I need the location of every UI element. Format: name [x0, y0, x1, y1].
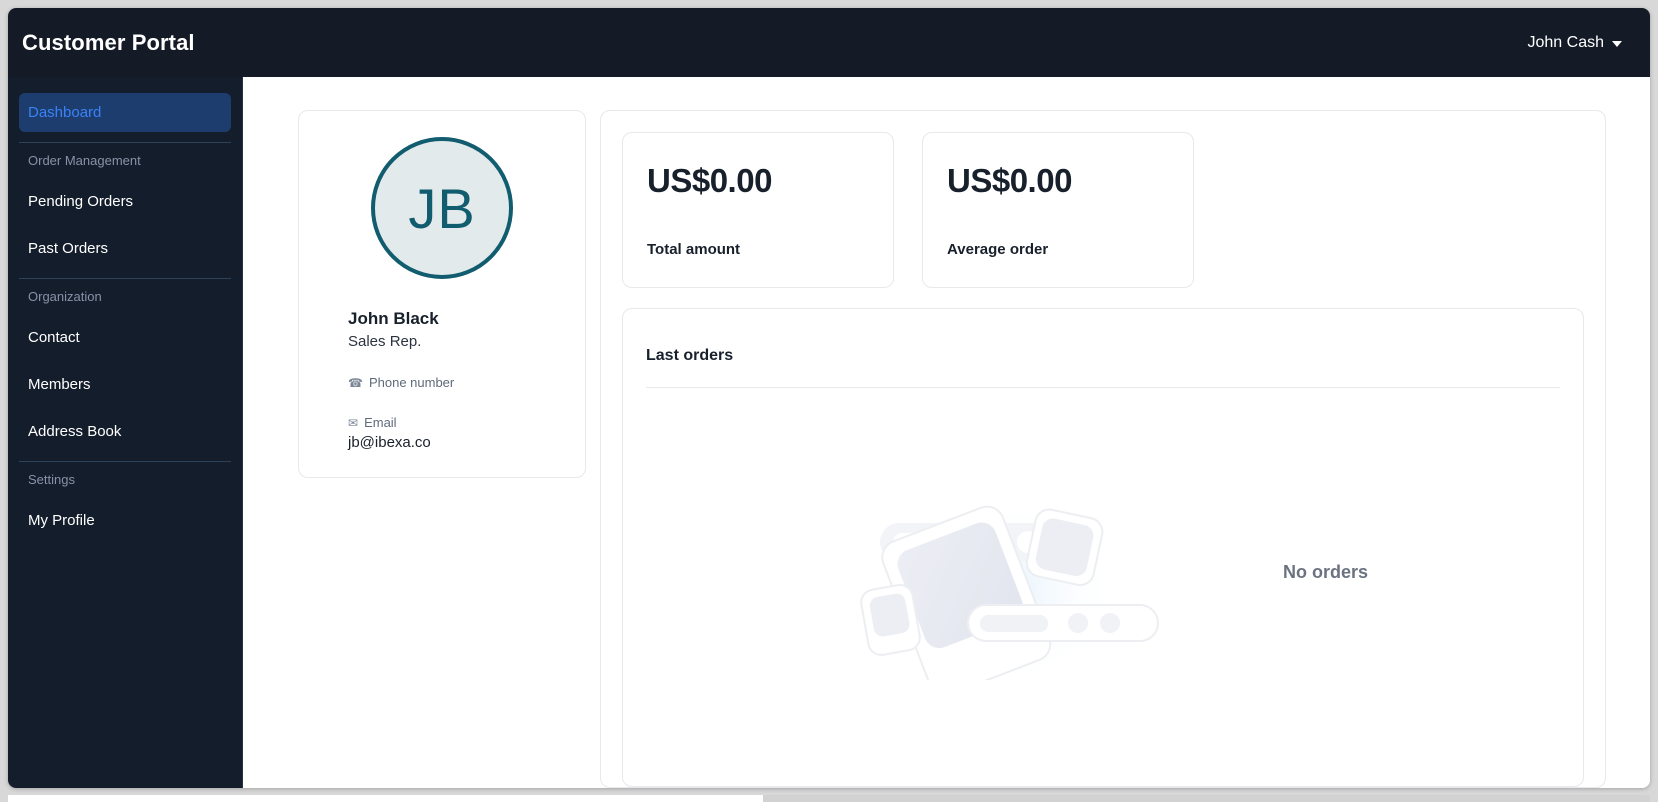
profile-name: John Black — [348, 309, 439, 328]
chevron-down-icon — [1612, 40, 1622, 47]
stat-card-total-amount: US$0.00 Total amount — [622, 132, 894, 288]
avatar-initials: JB — [408, 176, 476, 240]
app-window: Customer Portal John Cash Dashboard Orde… — [8, 8, 1650, 788]
app-title: Customer Portal — [22, 29, 195, 55]
horizontal-scrollbar[interactable] — [8, 795, 1650, 802]
sidebar-divider-2 — [19, 278, 231, 279]
stat-value: US$0.00 — [947, 162, 1072, 199]
sidebar-item-past-orders[interactable]: Past Orders — [19, 229, 231, 268]
phone-label-text: Phone number — [368, 375, 455, 390]
sidebar-item-label: Dashboard — [28, 104, 102, 121]
orders-empty-text: No orders — [1282, 561, 1369, 582]
sidebar-item-members[interactable]: Members — [19, 365, 231, 404]
stat-card-average-order: US$0.00 Average order — [922, 132, 1194, 288]
sidebar-divider-3 — [19, 461, 231, 462]
dashboard-panel: US$0.00 Total amount US$0.00 Average ord… — [600, 110, 1606, 788]
sidebar: Dashboard Order Management Pending Order… — [8, 77, 243, 788]
email-label-text: Email — [364, 415, 397, 430]
sidebar-item-label: Contact — [28, 329, 80, 346]
sidebar-section-organization: Organization — [28, 289, 102, 304]
avatar: JB — [371, 137, 513, 279]
stat-label: Average order — [947, 241, 1049, 258]
sidebar-item-label: Members — [28, 376, 91, 393]
devices-illustration — [838, 465, 1168, 696]
orders-empty-state: No orders — [646, 388, 1560, 786]
sidebar-item-label: Past Orders — [28, 240, 109, 257]
profile-card: JB John Black Sales Rep. ☎ Phone number … — [298, 110, 586, 478]
sidebar-item-my-profile[interactable]: My Profile — [19, 501, 231, 540]
horizontal-scrollbar-thumb[interactable] — [8, 795, 763, 802]
stat-value: US$0.00 — [647, 162, 772, 199]
sidebar-divider-1 — [19, 142, 231, 143]
phone-field-label: ☎ Phone number — [348, 375, 536, 390]
sidebar-item-pending-orders[interactable]: Pending Orders — [19, 182, 231, 221]
sidebar-item-label: Pending Orders — [28, 193, 134, 210]
profile-details: John Black Sales Rep. ☎ Phone number ✉ E… — [299, 309, 585, 451]
phone-icon: ☎ — [348, 375, 363, 390]
user-menu-button[interactable]: John Cash — [1527, 33, 1622, 52]
sidebar-item-contact[interactable]: Contact — [19, 318, 231, 357]
stats-row: US$0.00 Total amount US$0.00 Average ord… — [622, 132, 1584, 288]
profile-field-email: ✉ Email jb@ibexa.co — [348, 415, 536, 451]
sidebar-section-order-management: Order Management — [28, 153, 141, 168]
email-field-label: ✉ Email — [348, 415, 536, 430]
email-value: jb@ibexa.co — [348, 434, 431, 451]
user-name-label: John Cash — [1527, 33, 1605, 51]
profile-field-phone: ☎ Phone number — [348, 375, 536, 390]
sidebar-section-settings: Settings — [28, 472, 75, 487]
profile-role: Sales Rep. — [348, 333, 422, 350]
envelope-icon: ✉ — [348, 415, 359, 430]
sidebar-item-label: My Profile — [28, 512, 95, 529]
main-content: JB John Black Sales Rep. ☎ Phone number … — [244, 77, 1650, 788]
last-orders-title: Last orders — [646, 347, 1560, 388]
last-orders-card: Last orders No orders — [622, 308, 1584, 787]
sidebar-item-address-book[interactable]: Address Book — [19, 412, 231, 451]
stat-label: Total amount — [647, 241, 741, 258]
sidebar-item-label: Address Book — [28, 423, 122, 440]
top-bar: Customer Portal John Cash — [8, 8, 1650, 77]
sidebar-item-dashboard[interactable]: Dashboard — [19, 93, 231, 132]
